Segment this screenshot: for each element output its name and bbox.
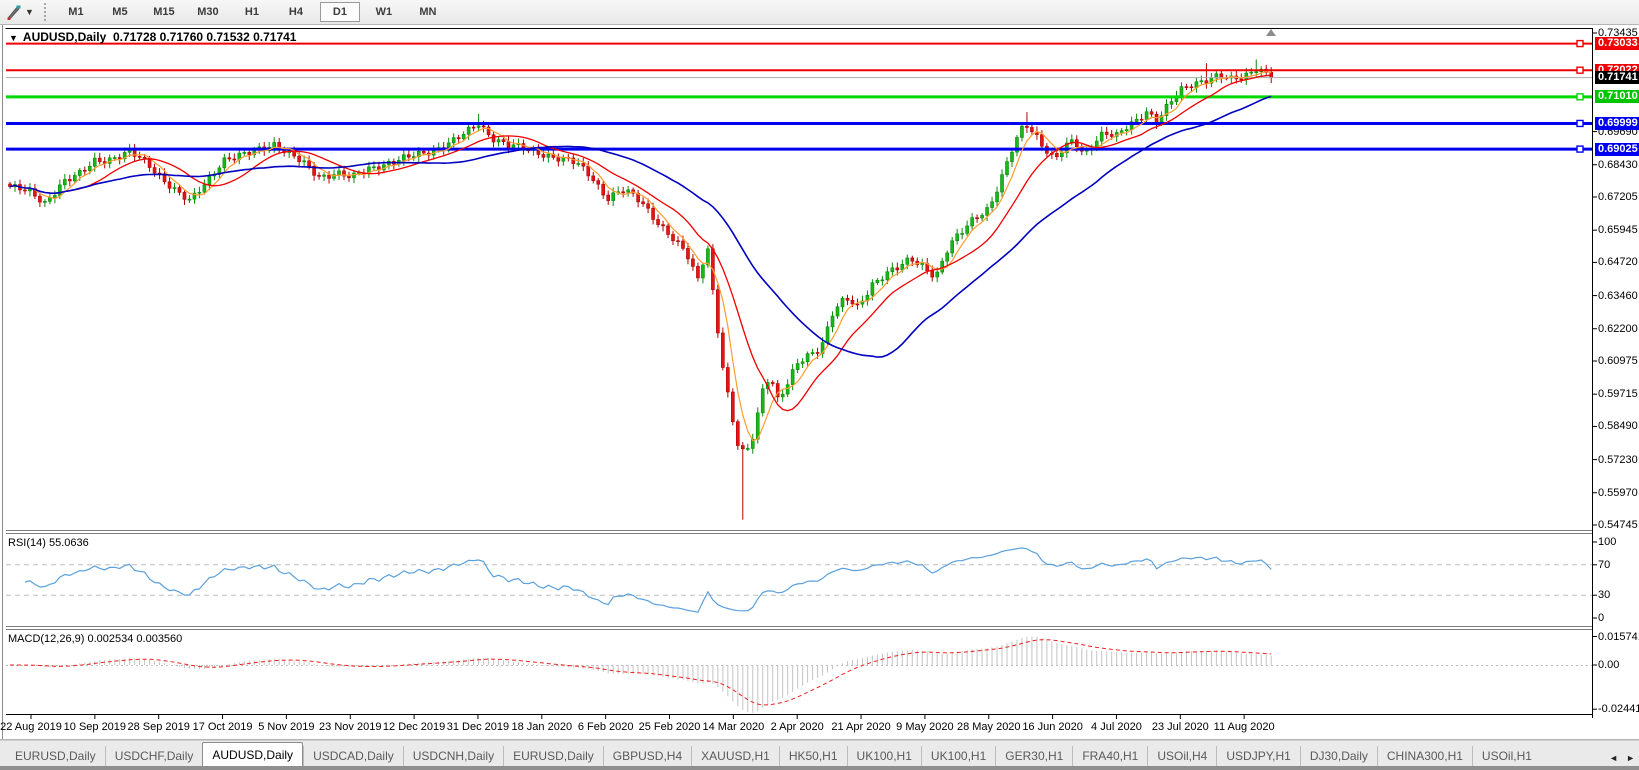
macd-tick-label: 0.00 (1598, 659, 1620, 671)
chart-tab-uk100-h1[interactable]: UK100,H1 (920, 746, 995, 766)
price-tick-label: 0.68430 (1598, 158, 1638, 171)
hline-handle[interactable] (1576, 93, 1584, 101)
rsi-tick-label: 70 (1598, 558, 1611, 571)
date-tick-label: 21 Apr 2020 (831, 721, 891, 733)
date-tick-label: 4 Jul 2020 (1091, 721, 1142, 733)
date-tick-label: 14 Mar 2020 (702, 721, 765, 733)
chart-tab-uk100-h1[interactable]: UK100,H1 (846, 746, 921, 766)
status-bar-edge (0, 766, 1639, 770)
date-tick-label: 12 Dec 2019 (382, 721, 446, 733)
hline-handle[interactable] (1576, 39, 1584, 48)
tab-scroll-left-icon[interactable]: ◄ (1609, 753, 1618, 763)
chart-tab-usdcnh-daily[interactable]: USDCNH,Daily (402, 746, 503, 766)
date-tick-label: 22 Aug 2019 (0, 721, 62, 733)
chart-tab-usdjpy-h1[interactable]: USDJPY,H1 (1216, 746, 1299, 766)
date-tick-label: 28 Sep 2019 (127, 721, 190, 733)
price-tick-label: 0.57230 (1598, 453, 1638, 466)
chart-title: AUDUSD,Daily (22, 30, 107, 44)
chart-canvas[interactable] (0, 0, 1639, 770)
chart-tab-bar: EURUSD,Daily USDCHF,Daily AUDUSD,Daily USDC… (0, 740, 1639, 767)
date-tick-label: 6 Feb 2020 (577, 721, 634, 733)
date-tick-label: 28 May 2020 (956, 721, 1021, 733)
rsi-tick-label: 0 (1598, 612, 1605, 624)
date-tick-label: 25 Feb 2020 (638, 721, 701, 733)
price-tick-label: 0.55970 (1598, 486, 1638, 499)
date-tick-label: 31 Dec 2019 (446, 721, 510, 733)
terminal-window: ▼ M1 M5 M15 M30 H1 H4 D1 W1 MN ▼ AUDUSD,Daily 0.7… (0, 0, 1639, 770)
macd-tick-label: 0.015741 (1598, 630, 1639, 643)
tab-scroll-right-icon[interactable]: ► (1626, 753, 1635, 763)
hline-handle[interactable] (1576, 145, 1584, 153)
price-tick-label: 0.65945 (1598, 224, 1638, 237)
date-tick-label: 11 Aug 2020 (1213, 721, 1275, 733)
price-level-tag: 0.73033 (1595, 37, 1639, 51)
price-level-tag: 0.71741 (1595, 71, 1639, 85)
date-tick-label: 9 May 2020 (896, 721, 954, 733)
date-tick-label: 10 Sep 2019 (63, 721, 127, 733)
rsi-panel-label: RSI(14) 55.0636 (8, 537, 89, 549)
chart-ohlc-values: 0.71728 0.71760 0.71532 0.71741 (112, 30, 297, 44)
chart-tab-usdcad-daily[interactable]: USDCAD,Daily (303, 746, 403, 766)
chart-tab-eurusd-daily[interactable]: EURUSD,Daily (503, 746, 603, 766)
price-tick-label: 0.67205 (1598, 191, 1638, 203)
date-tick-label: 17 Oct 2019 (192, 721, 253, 733)
date-tick-label: 23 Nov 2019 (319, 721, 382, 733)
price-tick-label: 0.62200 (1598, 322, 1638, 335)
rsi-tick-label: 30 (1598, 589, 1611, 602)
price-level-tag: 0.69025 (1595, 142, 1639, 156)
chart-title-row: ▼ AUDUSD,Daily 0.71728 0.71760 0.71532 0.… (9, 30, 296, 44)
chart-tab-hk50-h1[interactable]: HK50,H1 (778, 746, 847, 766)
macd-tick-label: -0.024412 (1598, 703, 1639, 716)
price-tick-label: 0.59715 (1598, 388, 1638, 401)
chart-tab-usdchf-daily[interactable]: USDCHF,Daily (104, 746, 203, 766)
date-tick-label: 2 Apr 2020 (770, 721, 824, 733)
chart-tab-usoil-h1[interactable]: USOil,H1 (1471, 746, 1541, 766)
chart-tab-audusd-daily[interactable]: AUDUSD,Daily (202, 742, 304, 767)
price-level-tag: 0.71010 (1595, 90, 1639, 104)
price-tick-label: 0.63460 (1598, 289, 1638, 302)
symbol-dropdown-icon[interactable]: ▼ (9, 33, 18, 43)
chart-tab-fra40-h1[interactable]: FRA40,H1 (1072, 746, 1147, 766)
hline-handle[interactable] (1576, 119, 1584, 128)
price-level-tag: 0.69999 (1595, 116, 1639, 130)
date-tick-label: 23 Jul 2020 (1151, 721, 1209, 733)
price-tick-label: 0.58490 (1598, 420, 1638, 433)
date-tick-label: 5 Nov 2019 (258, 721, 315, 733)
price-tick-label: 0.64720 (1598, 256, 1638, 269)
date-tick-label: 16 Jun 2020 (1022, 721, 1083, 733)
chart-tab-china300-h1[interactable]: CHINA300,H1 (1376, 746, 1472, 766)
chart-tab-dj30-daily[interactable]: DJ30,Daily (1299, 746, 1377, 766)
chart-tab-usoil-h4[interactable]: USOil,H4 (1147, 746, 1216, 766)
price-tick-label: 0.54745 (1598, 519, 1638, 531)
chart-tab-xauusd-h1[interactable]: XAUUSD,H1 (691, 746, 779, 766)
macd-panel-label: MACD(12,26,9) 0.002534 0.003560 (8, 633, 183, 645)
chart-tab-ger30-h1[interactable]: GER30,H1 (995, 746, 1072, 766)
price-tick-label: 0.60975 (1598, 355, 1638, 367)
rsi-tick-label: 100 (1598, 536, 1617, 548)
date-tick-label: 18 Jan 2020 (511, 721, 573, 733)
hline-handle[interactable] (1576, 66, 1584, 74)
chart-tab-gbpusd-h4[interactable]: GBPUSD,H4 (602, 746, 691, 766)
chart-tab-eurusd-daily[interactable]: EURUSD,Daily (6, 746, 105, 766)
